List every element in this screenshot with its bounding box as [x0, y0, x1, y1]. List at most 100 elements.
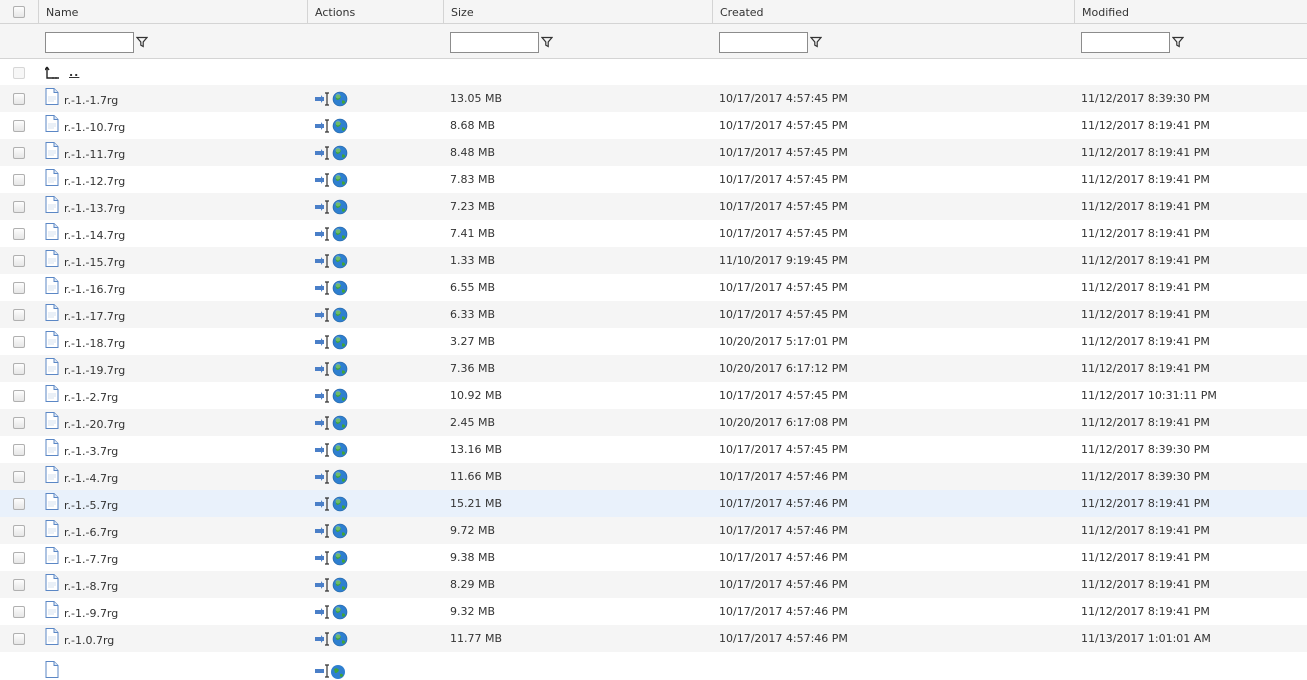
- file-name[interactable]: r.-1.-19.7rg: [64, 364, 125, 377]
- table-row[interactable]: r.-1.-8.7rg 8.29 MB 10/17/2017 4:57:46 PM 1…: [0, 571, 1307, 598]
- globe-icon[interactable]: [332, 280, 348, 296]
- globe-icon[interactable]: [332, 118, 348, 134]
- row-checkbox[interactable]: [13, 119, 25, 132]
- file-name[interactable]: r.-1.-6.7rg: [64, 526, 118, 539]
- table-row[interactable]: r.-1.-14.7rg 7.41 MB 10/17/2017 4:57:45 PM…: [0, 220, 1307, 247]
- file-name[interactable]: r.-1.-5.7rg: [64, 499, 118, 512]
- table-row[interactable]: r.-1.-18.7rg 3.27 MB 10/20/2017 5:17:01 PM…: [0, 328, 1307, 355]
- globe-icon[interactable]: [332, 631, 348, 647]
- move-icon[interactable]: [314, 523, 330, 538]
- row-checkbox[interactable]: [13, 335, 25, 348]
- row-checkbox[interactable]: [13, 200, 25, 213]
- move-icon[interactable]: [314, 91, 330, 106]
- parent-directory-link[interactable]: ..: [69, 66, 79, 79]
- globe-icon[interactable]: [332, 172, 348, 188]
- move-icon[interactable]: [314, 415, 330, 430]
- table-row[interactable]: r.-1.-12.7rg 7.83 MB 10/17/2017 4:57:45 PM…: [0, 166, 1307, 193]
- file-name[interactable]: r.-1.0.7rg: [64, 634, 114, 647]
- file-name[interactable]: r.-1.-17.7rg: [64, 310, 125, 323]
- select-all-checkbox[interactable]: [13, 6, 25, 18]
- globe-icon[interactable]: [332, 361, 348, 377]
- up-folder-icon[interactable]: [45, 66, 61, 80]
- filter-icon[interactable]: [1172, 36, 1184, 48]
- globe-icon[interactable]: [332, 496, 348, 512]
- table-row[interactable]: r.-1.-4.7rg 11.66 MB 10/17/2017 4:57:46 PM…: [0, 463, 1307, 490]
- file-name[interactable]: r.-1.-4.7rg: [64, 472, 118, 485]
- move-icon[interactable]: [314, 199, 330, 214]
- move-icon[interactable]: [314, 226, 330, 241]
- modified-filter-input[interactable]: [1081, 31, 1170, 53]
- move-icon[interactable]: [314, 550, 330, 565]
- file-name[interactable]: r.-1.-18.7rg: [64, 337, 125, 350]
- table-row-partial[interactable]: [0, 652, 1307, 679]
- move-icon[interactable]: [314, 469, 330, 484]
- row-checkbox[interactable]: [13, 470, 25, 483]
- move-icon[interactable]: [314, 307, 330, 322]
- table-row[interactable]: r.-1.-19.7rg 7.36 MB 10/20/2017 6:17:12 PM…: [0, 355, 1307, 382]
- filter-icon[interactable]: [541, 36, 553, 48]
- globe-icon[interactable]: [332, 334, 348, 350]
- size-filter-input[interactable]: [450, 31, 539, 53]
- globe-icon[interactable]: [332, 577, 348, 593]
- row-checkbox[interactable]: [13, 254, 25, 267]
- file-name[interactable]: r.-1.-20.7rg: [64, 418, 125, 431]
- row-checkbox[interactable]: [13, 281, 25, 294]
- globe-icon[interactable]: [332, 145, 348, 161]
- globe-icon[interactable]: [332, 604, 348, 620]
- move-icon[interactable]: [314, 118, 330, 133]
- globe-icon[interactable]: [332, 253, 348, 269]
- parent-directory-row[interactable]: ..: [0, 59, 1307, 86]
- row-checkbox[interactable]: [13, 524, 25, 537]
- globe-icon[interactable]: [332, 388, 348, 404]
- row-checkbox[interactable]: [13, 416, 25, 429]
- globe-icon[interactable]: [332, 550, 348, 566]
- row-checkbox[interactable]: [13, 146, 25, 159]
- table-row[interactable]: r.-1.0.7rg 11.77 MB 10/17/2017 4:57:46 PM 1…: [0, 625, 1307, 652]
- globe-icon[interactable]: [330, 664, 346, 680]
- globe-icon[interactable]: [332, 415, 348, 431]
- row-checkbox[interactable]: [13, 443, 25, 456]
- table-row[interactable]: r.-1.-17.7rg 6.33 MB 10/17/2017 4:57:45 PM…: [0, 301, 1307, 328]
- file-name[interactable]: r.-1.-14.7rg: [64, 229, 125, 242]
- table-row[interactable]: r.-1.-16.7rg 6.55 MB 10/17/2017 4:57:45 PM…: [0, 274, 1307, 301]
- file-name[interactable]: r.-1.-13.7rg: [64, 202, 125, 215]
- file-name[interactable]: r.-1.-8.7rg: [64, 580, 118, 593]
- table-row[interactable]: r.-1.-20.7rg 2.45 MB 10/20/2017 6:17:08 PM…: [0, 409, 1307, 436]
- table-row[interactable]: r.-1.-9.7rg 9.32 MB 10/17/2017 4:57:46 PM 1…: [0, 598, 1307, 625]
- table-row[interactable]: r.-1.-7.7rg 9.38 MB 10/17/2017 4:57:46 PM 1…: [0, 544, 1307, 571]
- move-icon[interactable]: [314, 388, 330, 403]
- file-name[interactable]: r.-1.-1.7rg: [64, 94, 118, 107]
- move-icon[interactable]: [314, 361, 330, 376]
- move-icon[interactable]: [314, 496, 330, 511]
- column-header-size[interactable]: Size: [443, 0, 712, 23]
- file-name[interactable]: r.-1.-10.7rg: [64, 121, 125, 134]
- file-name[interactable]: r.-1.-12.7rg: [64, 175, 125, 188]
- filter-icon[interactable]: [136, 36, 148, 48]
- row-checkbox[interactable]: [13, 173, 25, 186]
- row-checkbox[interactable]: [13, 497, 25, 510]
- table-row[interactable]: r.-1.-10.7rg 8.68 MB 10/17/2017 4:57:45 PM…: [0, 112, 1307, 139]
- move-icon[interactable]: [314, 577, 330, 592]
- move-icon[interactable]: [314, 631, 330, 646]
- created-filter-input[interactable]: [719, 31, 808, 53]
- move-icon[interactable]: [314, 442, 330, 457]
- file-name[interactable]: r.-1.-7.7rg: [64, 553, 118, 566]
- move-icon[interactable]: [314, 334, 330, 349]
- move-icon[interactable]: [314, 663, 330, 678]
- move-icon[interactable]: [314, 145, 330, 160]
- move-icon[interactable]: [314, 253, 330, 268]
- globe-icon[interactable]: [332, 199, 348, 215]
- column-header-modified[interactable]: Modified: [1074, 0, 1307, 23]
- globe-icon[interactable]: [332, 307, 348, 323]
- move-icon[interactable]: [314, 172, 330, 187]
- file-name[interactable]: r.-1.-15.7rg: [64, 256, 125, 269]
- row-checkbox[interactable]: [13, 578, 25, 591]
- filter-icon[interactable]: [810, 36, 822, 48]
- row-checkbox[interactable]: [13, 551, 25, 564]
- move-icon[interactable]: [314, 280, 330, 295]
- column-header-name[interactable]: Name: [38, 0, 307, 23]
- table-row[interactable]: r.-1.-11.7rg 8.48 MB 10/17/2017 4:57:45 PM…: [0, 139, 1307, 166]
- table-row[interactable]: r.-1.-6.7rg 9.72 MB 10/17/2017 4:57:46 PM 1…: [0, 517, 1307, 544]
- globe-icon[interactable]: [332, 442, 348, 458]
- row-checkbox[interactable]: [13, 362, 25, 375]
